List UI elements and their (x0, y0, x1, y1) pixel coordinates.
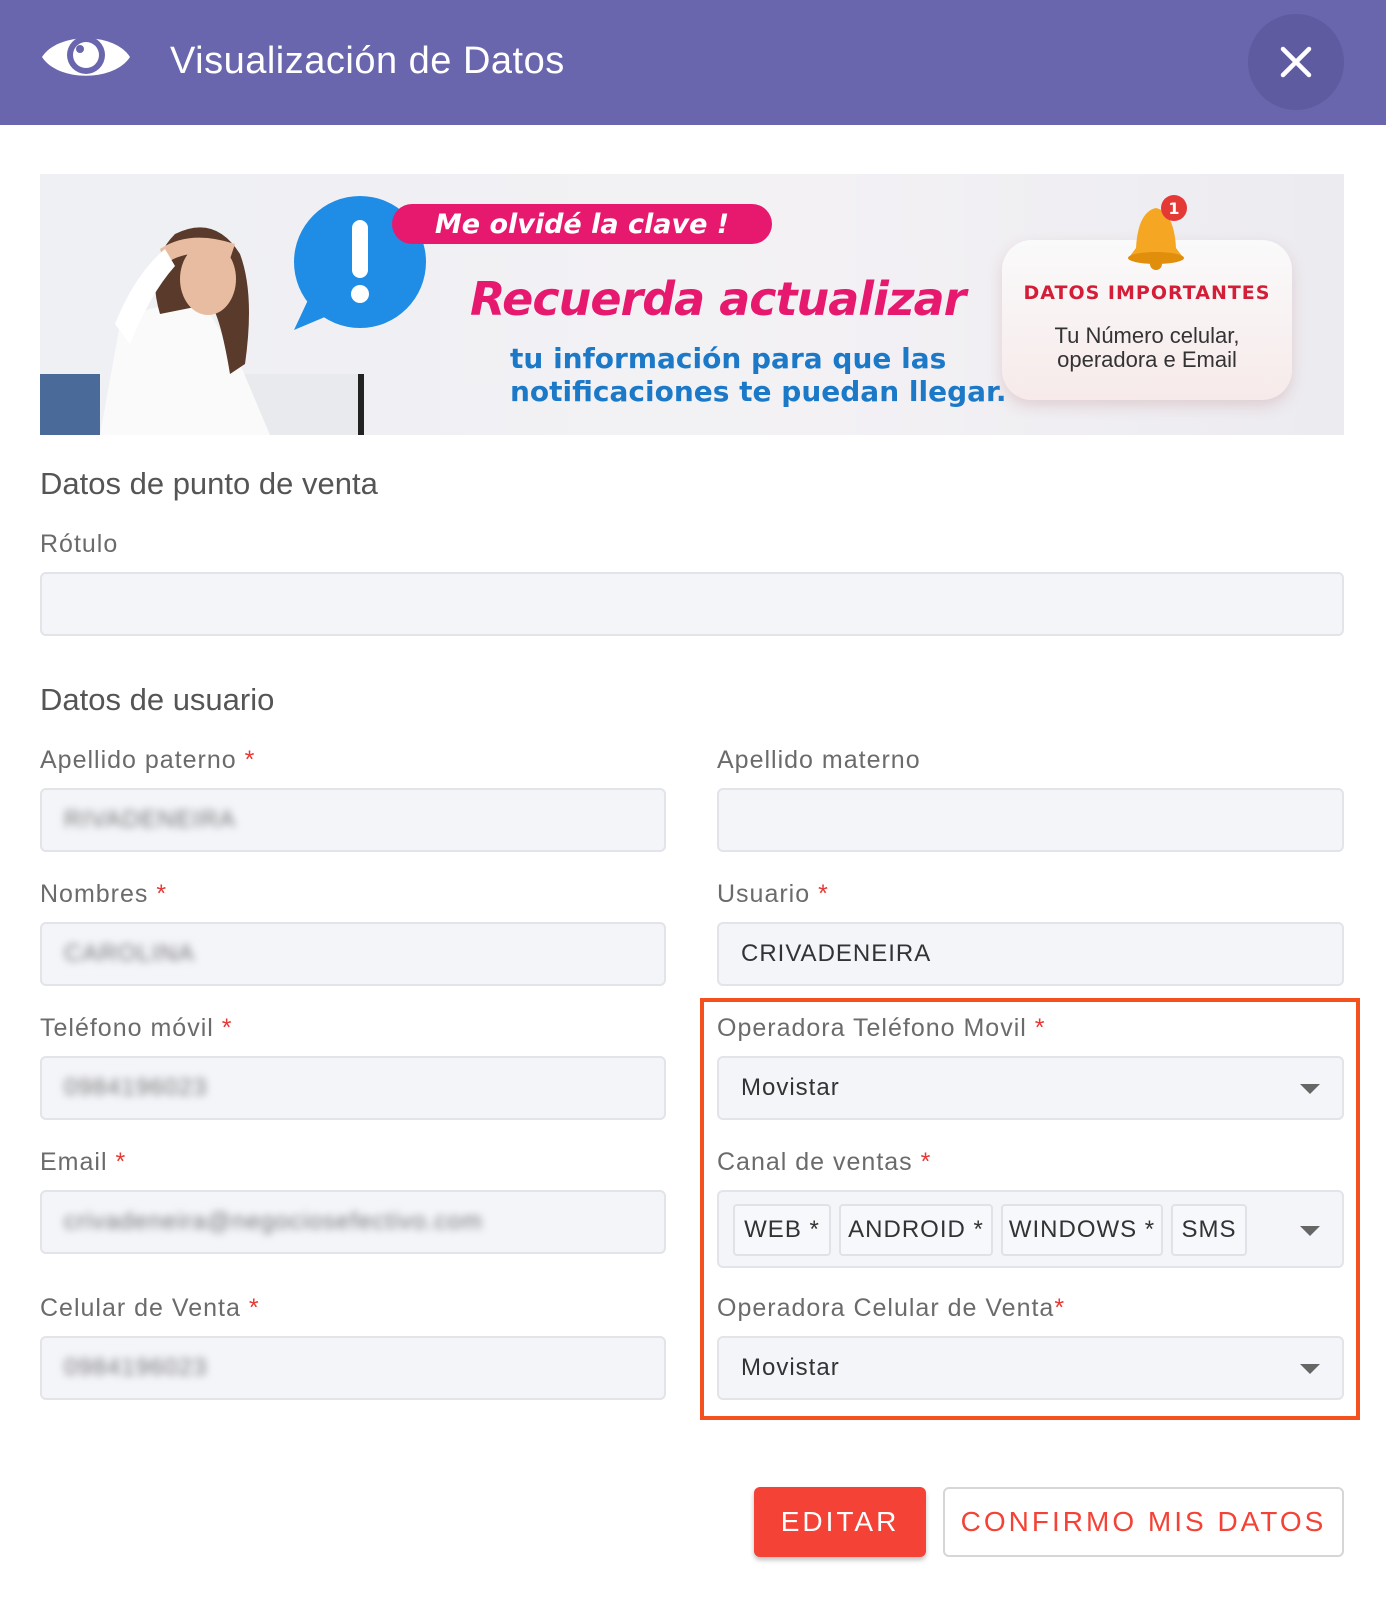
nombres-label: Nombres * (40, 880, 167, 909)
telefono-label: Teléfono móvil * (40, 1014, 233, 1043)
apellido-paterno-label: Apellido paterno * (40, 746, 255, 775)
apellido-materno-label: Apellido materno (717, 746, 921, 774)
telefono-input[interactable]: 0984196023 (40, 1056, 666, 1120)
card-line1: Tu Número celular, (1054, 323, 1240, 348)
usuario-input[interactable]: CRIVADENEIRA (717, 922, 1344, 986)
required-mark: * (244, 746, 256, 774)
pos-section-title: Datos de punto de venta (40, 466, 378, 501)
close-button[interactable] (1248, 14, 1344, 110)
apellido-paterno-value: RIVADENEIRA (64, 806, 236, 833)
celular-venta-label-text: Celular de Venta (40, 1294, 241, 1322)
celular-venta-value: 0984196023 (64, 1354, 208, 1381)
required-mark: * (115, 1148, 127, 1176)
required-mark: * (818, 880, 829, 908)
apellido-paterno-input[interactable]: RIVADENEIRA (40, 788, 666, 852)
user-section-title: Datos de usuario (40, 682, 275, 717)
card-title: DATOS IMPORTANTES (1023, 282, 1271, 304)
banner-subtext-line2: notificaciones te puedan llegar. (510, 375, 1007, 408)
confirm-data-button[interactable]: CONFIRMO MIS DATOS (943, 1487, 1344, 1557)
eye-icon (42, 36, 130, 76)
telefono-label-text: Teléfono móvil (40, 1014, 214, 1042)
required-mark: * (248, 1294, 260, 1322)
required-mark: * (221, 1014, 233, 1042)
nombres-value: CAROLINA (64, 940, 195, 967)
celular-venta-label: Celular de Venta * (40, 1294, 260, 1323)
email-input[interactable]: crivadeneira@negociosefectivo.com (40, 1190, 666, 1254)
highlight-box (700, 998, 1360, 1420)
telefono-value: 0984196023 (64, 1074, 208, 1101)
close-icon (1280, 46, 1312, 78)
apellido-paterno-label-text: Apellido paterno (40, 746, 237, 774)
apellido-materno-input[interactable] (717, 788, 1344, 852)
banner-headline: Recuerda actualizar (470, 272, 966, 326)
nombres-label-text: Nombres (40, 880, 149, 908)
card-text: Tu Número celular, operadora e Email (1002, 324, 1292, 372)
dialog-title: Visualización de Datos (170, 40, 565, 82)
info-banner: Me olvidé la clave ! Recuerda actualizar… (40, 174, 1344, 435)
rotulo-label: Rótulo (40, 530, 119, 558)
usuario-label-text: Usuario (717, 880, 811, 908)
usuario-label: Usuario * (717, 880, 829, 909)
celular-venta-input[interactable]: 0984196023 (40, 1336, 666, 1400)
email-label-text: Email (40, 1148, 108, 1176)
edit-button[interactable]: EDITAR (754, 1487, 926, 1557)
rotulo-input[interactable] (40, 572, 1344, 636)
required-mark: * (156, 880, 168, 908)
banner-subtext: tu información para que las notificacion… (510, 342, 1006, 408)
banner-subtext-line1: tu información para que las (510, 342, 947, 375)
dialog-header: Visualización de Datos (0, 0, 1386, 125)
card-line2: operadora e Email (1057, 347, 1237, 372)
email-value: crivadeneira@negociosefectivo.com (64, 1208, 483, 1235)
bell-badge-count: 1 (1168, 199, 1179, 218)
nombres-input[interactable]: CAROLINA (40, 922, 666, 986)
bell-icon: 1 (1128, 195, 1187, 270)
forgot-password-pill: Me olvidé la clave ! (392, 204, 772, 244)
email-label: Email * (40, 1148, 126, 1177)
